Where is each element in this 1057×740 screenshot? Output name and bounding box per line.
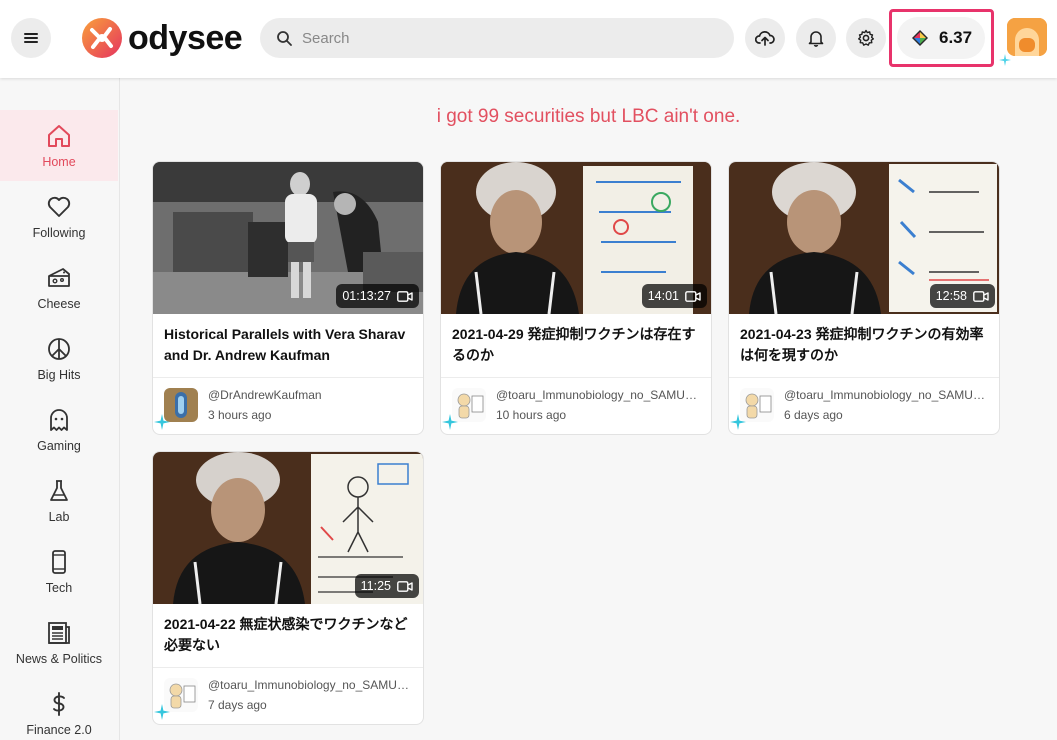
sidebar-item-label: Tech	[45, 580, 73, 595]
publish-time: 10 hours ago	[496, 408, 567, 422]
sidebar-item-label: Finance 2.0	[26, 722, 92, 737]
cheese-icon	[48, 267, 70, 287]
sidebar-item-label: Lab	[48, 509, 70, 524]
sidebar-item-lab[interactable]: Lab	[0, 465, 118, 536]
sidebar-item-label: Following	[32, 225, 86, 240]
sidebar-item-label: Gaming	[37, 438, 81, 453]
heart-icon	[47, 196, 71, 217]
video-duration: 12:58	[935, 289, 967, 303]
video-duration: 11:25	[360, 579, 391, 593]
video-card[interactable]: 01:13:27 Historical Parallels with Vera …	[152, 161, 424, 435]
notifications-button[interactable]	[796, 18, 836, 58]
user-avatar-icon	[1007, 18, 1047, 56]
video-title[interactable]: 2021-04-29 発症抑制ワクチンは存在するのか	[452, 324, 702, 366]
sidebar-item-big-hits[interactable]: Big Hits	[0, 323, 118, 394]
video-card[interactable]: 11:25 2021-04-22 無症状感染でワクチンなど必要ない @toaru…	[152, 451, 424, 725]
sparkle-icon	[154, 414, 170, 430]
sidebar-item-label: News & Politics	[15, 651, 103, 666]
search-bar[interactable]	[260, 18, 734, 58]
sidebar-item-following[interactable]: Following	[0, 181, 118, 252]
video-camera-icon	[685, 290, 701, 302]
settings-button[interactable]	[846, 18, 886, 58]
video-card[interactable]: 12:58 2021-04-23 発症抑制ワクチンの有効率は何を現すのか @to…	[728, 161, 1000, 435]
balance-amount: 6.37	[939, 28, 973, 47]
publish-time: 7 days ago	[208, 698, 267, 712]
wallet-balance-button[interactable]: 6.37	[897, 17, 985, 59]
ghost-icon	[50, 408, 68, 431]
bell-icon	[808, 31, 824, 47]
home-icon	[48, 124, 70, 147]
video-title[interactable]: 2021-04-22 無症状感染でワクチンなど必要ない	[164, 614, 414, 656]
upload-button[interactable]	[745, 18, 785, 58]
video-duration-badge: 12:58	[929, 284, 995, 308]
video-thumbnail[interactable]: 01:13:27	[153, 162, 423, 314]
sparkle-icon	[999, 54, 1011, 66]
card-divider	[153, 667, 423, 668]
channel-name[interactable]: @toaru_Immunobiology_no_SAMURAI	[208, 678, 413, 692]
phone-icon	[52, 549, 66, 574]
newspaper-icon	[48, 621, 70, 644]
video-duration: 14:01	[647, 289, 679, 303]
sidebar-item-label: Home	[42, 154, 76, 169]
channel-name[interactable]: @DrAndrewKaufman	[208, 388, 413, 402]
sidebar-item-gaming[interactable]: Gaming	[0, 394, 118, 465]
video-duration-badge: 01:13:27	[336, 284, 419, 308]
publish-time: 6 days ago	[784, 408, 843, 422]
sidebar-item-tech[interactable]: Tech	[0, 536, 118, 607]
sparkle-icon	[154, 704, 170, 720]
video-duration-badge: 14:01	[641, 284, 707, 308]
sparkle-icon	[442, 414, 458, 430]
video-thumbnail[interactable]: 11:25	[153, 452, 423, 604]
video-title[interactable]: Historical Parallels with Vera Sharav an…	[164, 324, 414, 366]
logo-text: odysee	[128, 18, 243, 57]
video-thumbnail[interactable]: 14:01	[441, 162, 711, 314]
cloud-upload-icon	[755, 31, 775, 46]
sidebar: Home Following Cheese Big Hits Gaming La…	[0, 78, 120, 740]
card-divider	[153, 377, 423, 378]
channel-name[interactable]: @toaru_Immunobiology_no_SAMURAI	[784, 388, 989, 402]
top-header: odysee 6.37	[0, 0, 1057, 78]
gear-icon	[858, 29, 874, 46]
video-card[interactable]: 14:01 2021-04-29 発症抑制ワクチンは存在するのか @toaru_…	[440, 161, 712, 435]
sidebar-item-home[interactable]: Home	[0, 110, 118, 181]
odysee-logo[interactable]: odysee	[80, 16, 243, 60]
video-thumbnail[interactable]: 12:58	[729, 162, 999, 314]
video-title[interactable]: 2021-04-23 発症抑制ワクチンの有効率は何を現すのか	[740, 324, 990, 366]
user-avatar[interactable]	[1007, 18, 1047, 56]
publish-time: 3 hours ago	[208, 408, 272, 422]
sidebar-item-label: Cheese	[37, 296, 81, 311]
homepage-tagline: i got 99 securities but LBC ain't one.	[436, 106, 741, 127]
sidebar-item-label: Big Hits	[37, 367, 81, 382]
video-camera-icon	[397, 580, 413, 592]
channel-name[interactable]: @toaru_Immunobiology_no_SAMURAI	[496, 388, 701, 402]
sidebar-item-news-politics[interactable]: News & Politics	[0, 607, 118, 678]
sidebar-item-cheese[interactable]: Cheese	[0, 252, 118, 323]
flask-icon	[50, 479, 68, 501]
video-duration-badge: 11:25	[354, 574, 419, 598]
card-divider	[441, 377, 711, 378]
menu-button[interactable]	[11, 18, 51, 58]
peace-icon	[48, 337, 70, 360]
search-input[interactable]	[302, 29, 702, 47]
video-camera-icon	[397, 290, 413, 302]
card-divider	[729, 377, 999, 378]
sidebar-item-finance[interactable]: Finance 2.0	[0, 678, 118, 740]
video-camera-icon	[973, 290, 989, 302]
sparkle-icon	[730, 414, 746, 430]
lbc-credits-icon	[912, 30, 928, 46]
dollar-icon	[53, 691, 65, 716]
search-icon	[277, 31, 292, 46]
hamburger-icon	[24, 33, 38, 43]
odysee-logo-icon	[82, 18, 122, 58]
video-duration: 01:13:27	[342, 289, 391, 303]
